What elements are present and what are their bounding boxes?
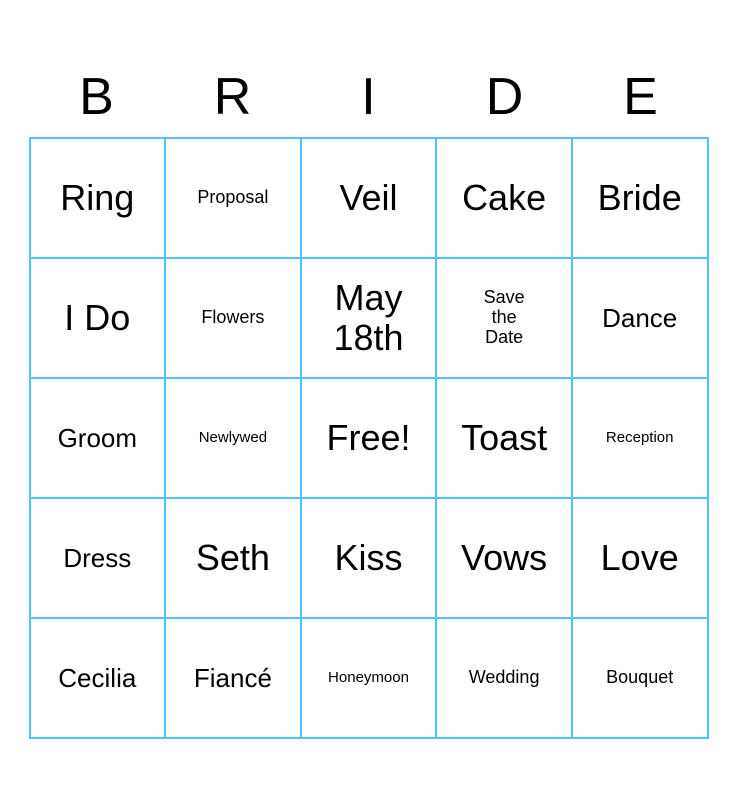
cell-r3-c1: Seth <box>166 499 302 619</box>
cell-text-r3-c0: Dress <box>63 544 131 573</box>
cell-r3-c3: Vows <box>437 499 573 619</box>
cell-text-r4-c3: Wedding <box>469 668 540 688</box>
cell-r1-c1: Flowers <box>166 259 302 379</box>
cell-text-r4-c1: Fiancé <box>194 664 272 693</box>
cell-text-r2-c0: Groom <box>58 424 137 453</box>
cell-r2-c0: Groom <box>31 379 167 499</box>
cell-r0-c2: Veil <box>302 139 438 259</box>
header-letter-B: B <box>29 61 165 133</box>
cell-text-r0-c3: Cake <box>462 178 546 218</box>
bingo-grid: Ring Proposal Veil Cake Bride I Do Flowers May1… <box>29 137 709 739</box>
cell-r0-c1: Proposal <box>166 139 302 259</box>
cell-r4-c4: Bouquet <box>573 619 709 739</box>
cell-text-r2-c1: Newlywed <box>199 430 267 447</box>
cell-r0-c3: Cake <box>437 139 573 259</box>
bingo-header: BRIDE <box>29 61 709 133</box>
header-letter-I: I <box>301 61 437 133</box>
cell-r1-c4: Dance <box>573 259 709 379</box>
cell-text-r3-c1: Seth <box>196 538 270 578</box>
cell-r0-c4: Bride <box>573 139 709 259</box>
cell-r1-c0: I Do <box>31 259 167 379</box>
cell-r1-c2: May18th <box>302 259 438 379</box>
cell-text-r1-c1: Flowers <box>201 308 264 328</box>
cell-text-r4-c2: Honeymoon <box>328 670 409 687</box>
cell-text-r0-c4: Bride <box>598 178 682 218</box>
cell-text-r0-c2: Veil <box>339 178 397 218</box>
cell-text-r2-c4: Reception <box>606 430 674 447</box>
cell-r2-c4: Reception <box>573 379 709 499</box>
cell-r2-c3: Toast <box>437 379 573 499</box>
cell-text-r3-c2: Kiss <box>334 538 402 578</box>
header-letter-R: R <box>165 61 301 133</box>
cell-text-r1-c2: May18th <box>333 278 403 357</box>
cell-r3-c2: Kiss <box>302 499 438 619</box>
cell-r4-c2: Honeymoon <box>302 619 438 739</box>
cell-text-r1-c0: I Do <box>64 298 130 338</box>
bingo-card: BRIDE Ring Proposal Veil Cake Bride I Do Flowe… <box>29 61 709 739</box>
header-letter-E: E <box>573 61 709 133</box>
header-letter-D: D <box>437 61 573 133</box>
cell-r4-c1: Fiancé <box>166 619 302 739</box>
cell-text-r4-c4: Bouquet <box>606 668 673 688</box>
cell-text-r1-c4: Dance <box>602 304 677 333</box>
cell-r0-c0: Ring <box>31 139 167 259</box>
cell-text-r3-c4: Love <box>601 538 679 578</box>
cell-text-r2-c3: Toast <box>461 418 547 458</box>
cell-r1-c3: SavetheDate <box>437 259 573 379</box>
cell-r3-c4: Love <box>573 499 709 619</box>
cell-r4-c0: Cecilia <box>31 619 167 739</box>
cell-text-r0-c0: Ring <box>60 178 134 218</box>
cell-r2-c1: Newlywed <box>166 379 302 499</box>
cell-text-r1-c3: SavetheDate <box>484 288 525 347</box>
cell-r3-c0: Dress <box>31 499 167 619</box>
cell-text-r3-c3: Vows <box>461 538 547 578</box>
cell-text-r2-c2: Free! <box>326 418 410 458</box>
cell-text-r0-c1: Proposal <box>197 188 268 208</box>
cell-r4-c3: Wedding <box>437 619 573 739</box>
cell-r2-c2: Free! <box>302 379 438 499</box>
cell-text-r4-c0: Cecilia <box>58 664 136 693</box>
